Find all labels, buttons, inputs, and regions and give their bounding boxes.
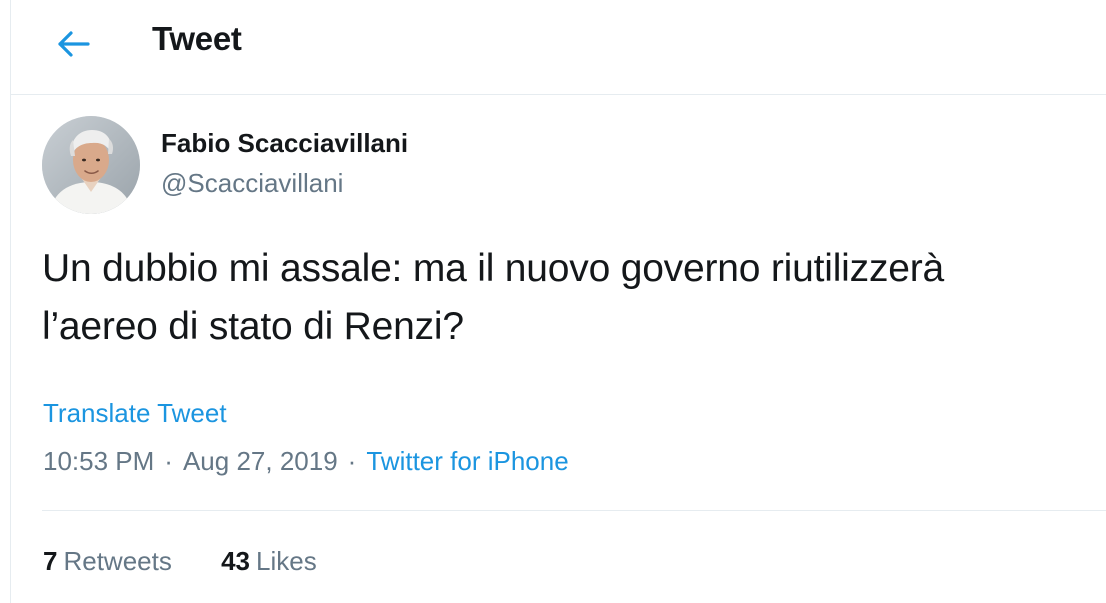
meta-separator: ·: [164, 446, 173, 476]
arrow-left-icon: [58, 31, 90, 57]
tweet-text-line: Un dubbio mi assale: ma il nuovo governo…: [42, 247, 945, 290]
tweet-page: Tweet Fabio Scacciavillani @Scacciavilla…: [0, 0, 1106, 603]
tweet-stats: 7 Retweets 43 Likes: [43, 546, 317, 577]
likes-label: Likes: [256, 546, 317, 576]
divider: [42, 510, 1106, 511]
meta-separator: ·: [347, 446, 357, 476]
avatar-image: [42, 116, 140, 214]
retweets-stat[interactable]: 7 Retweets: [43, 546, 172, 577]
avatar[interactable]: [42, 116, 140, 214]
retweets-count: 7: [43, 546, 58, 576]
page-title: Tweet: [152, 20, 242, 57]
likes-stat[interactable]: 43 Likes: [221, 546, 317, 577]
translate-tweet-link[interactable]: Translate Tweet: [43, 398, 227, 429]
retweets-label: Retweets: [63, 546, 172, 576]
tweet-date[interactable]: Aug 27, 2019: [183, 446, 338, 476]
tweet-text: Un dubbio mi assale: ma il nuovo governo…: [42, 240, 1092, 356]
tweet-text-line: l’aereo di stato di Renzi?: [42, 305, 464, 348]
tweet-time[interactable]: 10:53 PM: [43, 446, 154, 476]
tweet-meta: 10:53 PM · Aug 27, 2019 · Twitter for iPhone: [43, 446, 569, 477]
header-bar: Tweet: [11, 0, 1106, 95]
back-button[interactable]: [51, 22, 95, 66]
tweet-source-link[interactable]: Twitter for iPhone: [366, 446, 568, 476]
author-handle[interactable]: @Scacciavillani: [161, 168, 343, 199]
author-name[interactable]: Fabio Scacciavillani: [161, 128, 408, 159]
likes-count: 43: [221, 546, 251, 576]
